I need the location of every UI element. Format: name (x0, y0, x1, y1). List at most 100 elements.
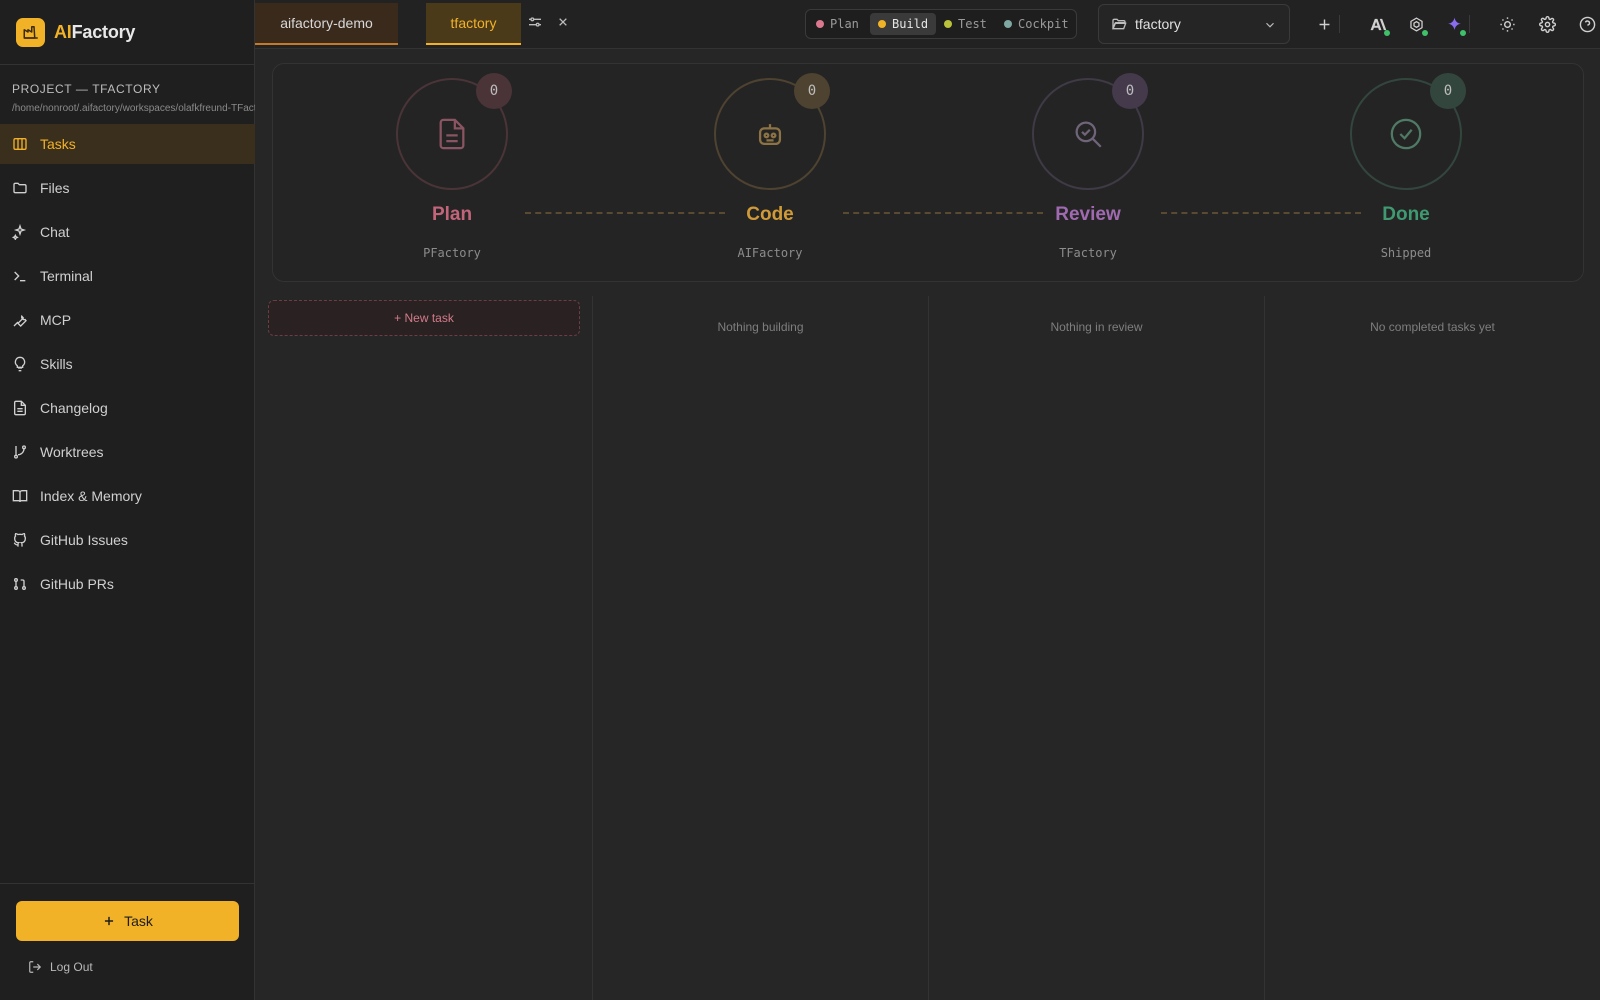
column-divider (928, 296, 929, 1000)
git-branch-icon (14, 445, 26, 459)
help-circle-icon (1579, 16, 1595, 32)
status-dot (1384, 30, 1390, 36)
sidebar-item-mcp[interactable]: MCP (0, 300, 255, 340)
project-select-value: tfactory (1135, 16, 1181, 32)
settings-button[interactable] (1535, 12, 1559, 36)
mode-plan[interactable]: Plan (808, 13, 867, 35)
document-icon (14, 400, 26, 416)
brand-prefix: AI (54, 21, 72, 42)
logout-button[interactable]: Log Out (28, 960, 93, 974)
folder-icon (13, 182, 27, 194)
stage-name: Review (1055, 204, 1121, 225)
lightbulb-icon (14, 356, 26, 372)
logout-label: Log Out (50, 960, 93, 974)
sidebar-item-label: Skills (40, 356, 73, 372)
brand: AIFactory (0, 0, 254, 65)
stage-subtitle: PFactory (423, 246, 481, 260)
sidebar-item-label: GitHub Issues (40, 532, 128, 548)
sun-icon (1499, 16, 1515, 32)
stage-count-badge: 0 (1430, 73, 1466, 109)
plus-icon (1319, 19, 1329, 29)
mode-label: Test (958, 17, 987, 31)
mode-switcher: Plan Build Test Cockpit (805, 9, 1077, 39)
new-task-button[interactable]: Task (16, 901, 239, 941)
sidebar-nav: Tasks Files Chat Terminal MCP Skills Cha… (0, 124, 255, 608)
check-circle-icon (1390, 118, 1422, 150)
stage-name: Code (746, 204, 794, 225)
column-divider (1264, 296, 1265, 1000)
project-path: /home/nonroot/.aifactory/workspaces/olaf… (12, 103, 255, 114)
sidebar-footer: Task Log Out (0, 883, 255, 1000)
stage-count-badge: 0 (1112, 73, 1148, 109)
top-bar: aifactory-demo tfactory Plan Build Test … (255, 0, 1600, 49)
stage-done[interactable]: 0 Done Shipped (1306, 73, 1506, 278)
mode-label: Build (892, 17, 929, 31)
sidebar-item-label: Changelog (40, 400, 108, 416)
sidebar-item-worktrees[interactable]: Worktrees (0, 432, 255, 472)
book-icon (12, 490, 28, 503)
mode-label: Plan (830, 17, 859, 31)
git-pull-request-icon (14, 578, 26, 590)
stage-subtitle: AIFactory (737, 246, 803, 260)
tab-label: tfactory (450, 15, 497, 31)
sidebar-item-tasks[interactable]: Tasks (0, 124, 255, 164)
mode-test[interactable]: Test (936, 13, 995, 35)
sidebar-item-changelog[interactable]: Changelog (0, 388, 255, 428)
sidebar-item-label: MCP (40, 312, 72, 328)
new-task-button-label: Task (124, 913, 153, 929)
project-title: PROJECT — TFACTORY (12, 82, 161, 96)
empty-done-message: No completed tasks yet (1370, 320, 1495, 334)
sidebar-item-label: Index & Memory (40, 488, 142, 504)
mode-dot (1004, 20, 1012, 28)
stage-review[interactable]: 0 Review TFactory (988, 73, 1188, 278)
gemini-provider-button[interactable] (1442, 12, 1466, 36)
mode-dot (816, 20, 824, 28)
plus-icon (105, 916, 114, 926)
mode-build[interactable]: Build (870, 13, 937, 35)
sidebar-item-files[interactable]: Files (0, 168, 255, 208)
tab-aifactory-demo[interactable]: aifactory-demo (255, 3, 398, 45)
sparkles-icon (12, 224, 27, 240)
sidebar-item-label: Tasks (40, 136, 76, 152)
empty-review-message: Nothing in review (1050, 320, 1143, 334)
mode-label: Cockpit (1018, 17, 1069, 31)
stage-count-badge: 0 (794, 73, 830, 109)
brand-suffix: Factory (71, 21, 136, 42)
stage-plan[interactable]: 0 Plan PFactory (352, 73, 552, 278)
close-icon[interactable] (555, 14, 571, 30)
divider (1469, 15, 1470, 33)
sliders-icon[interactable] (527, 14, 543, 30)
add-project-button[interactable] (1312, 12, 1336, 36)
stage-count-badge: 0 (476, 73, 512, 109)
tab-label: aifactory-demo (280, 15, 373, 31)
gear-icon (1538, 15, 1556, 33)
status-dot (1460, 30, 1466, 36)
sidebar-item-skills[interactable]: Skills (0, 344, 255, 384)
sidebar-item-terminal[interactable]: Terminal (0, 256, 255, 296)
mode-dot (878, 20, 886, 28)
anthropic-provider-button[interactable] (1366, 12, 1390, 36)
sidebar: AIFactory PROJECT — TFACTORY /home/nonro… (0, 0, 255, 1000)
sidebar-item-index-memory[interactable]: Index & Memory (0, 476, 255, 516)
stage-subtitle: Shipped (1380, 246, 1432, 260)
sidebar-item-github-issues[interactable]: GitHub Issues (0, 520, 255, 560)
sidebar-item-github-prs[interactable]: GitHub PRs (0, 564, 255, 604)
github-icon (13, 532, 26, 547)
openai-provider-button[interactable] (1404, 12, 1428, 36)
folder-open-icon (1112, 18, 1127, 30)
sidebar-item-chat[interactable]: Chat (0, 212, 255, 252)
tab-tfactory[interactable]: tfactory (426, 3, 521, 45)
empty-build-message: Nothing building (717, 320, 804, 334)
theme-toggle-button[interactable] (1495, 12, 1519, 36)
new-task-card-button[interactable]: + New task (268, 300, 580, 336)
sidebar-item-label: Terminal (40, 268, 93, 284)
mode-dot (944, 20, 952, 28)
mode-cockpit[interactable]: Cockpit (996, 13, 1077, 35)
sidebar-item-label: GitHub PRs (40, 576, 114, 592)
sidebar-item-label: Chat (40, 224, 70, 240)
search-check-icon (1075, 121, 1102, 148)
stage-code[interactable]: 0 Code AIFactory (670, 73, 870, 278)
help-button[interactable] (1575, 12, 1599, 36)
column-divider (592, 296, 593, 1000)
project-select[interactable]: tfactory (1098, 4, 1290, 44)
